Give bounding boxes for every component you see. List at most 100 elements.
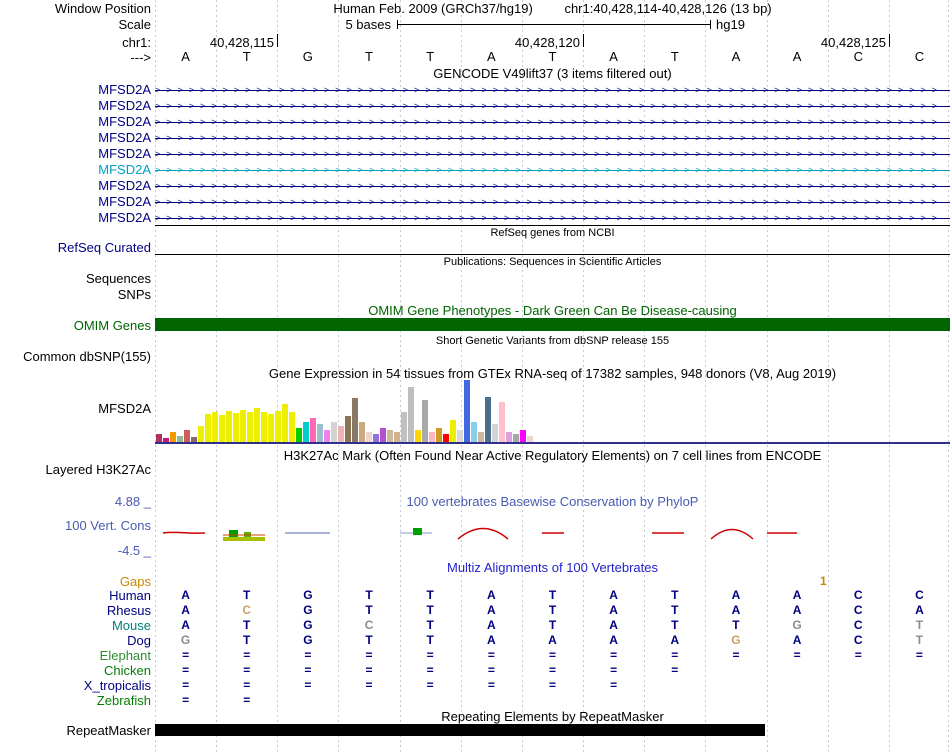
gtex-bar-45[interactable] [464, 380, 470, 442]
gtex-bar-14[interactable] [247, 412, 253, 442]
gtex-bar-17[interactable] [268, 414, 274, 442]
gtex-bar-51[interactable] [506, 432, 512, 442]
species-label-zebrafish[interactable]: Zebrafish [0, 693, 151, 708]
gtex-bar-23[interactable] [310, 418, 316, 442]
gene-item-9[interactable]: >>>>>>>>>>>>>>>>>>>>>>>>>>>>>>>>>>>>>>>>… [155, 211, 950, 225]
omim-genes-label[interactable]: OMIM Genes [0, 318, 151, 333]
ruler-position-label: 40,428,125 [820, 35, 886, 50]
gtex-bar-37[interactable] [408, 387, 414, 442]
gene-item-5[interactable]: >>>>>>>>>>>>>>>>>>>>>>>>>>>>>>>>>>>>>>>>… [155, 147, 950, 161]
repeatmasker-bar[interactable] [155, 724, 765, 736]
species-label-x_tropicalis[interactable]: X_tropicalis [0, 678, 151, 693]
gtex-bar-25[interactable] [324, 430, 330, 442]
gene-item-1[interactable]: >>>>>>>>>>>>>>>>>>>>>>>>>>>>>>>>>>>>>>>>… [155, 83, 950, 97]
gtex-bar-15[interactable] [254, 408, 260, 442]
gtex-bar-8[interactable] [205, 414, 211, 442]
gene-item-6[interactable]: >>>>>>>>>>>>>>>>>>>>>>>>>>>>>>>>>>>>>>>>… [155, 163, 950, 177]
gene-label-3[interactable]: MFSD2A [0, 114, 151, 129]
gtex-bar-7[interactable] [198, 426, 204, 442]
gene-label-6[interactable]: MFSD2A [0, 162, 151, 177]
gtex-bar-36[interactable] [401, 412, 407, 442]
gtex-bar-39[interactable] [422, 400, 428, 442]
gtex-bar-47[interactable] [478, 432, 484, 442]
gtex-bar-40[interactable] [429, 432, 435, 442]
species-label-chicken[interactable]: Chicken [0, 663, 151, 678]
species-label-human[interactable]: Human [0, 588, 151, 603]
gtex-bar-46[interactable] [471, 422, 477, 442]
species-label-rhesus[interactable]: Rhesus [0, 603, 151, 618]
gtex-bar-16[interactable] [261, 412, 267, 442]
h3k27ac-title: H3K27Ac Mark (Often Found Near Active Re… [283, 448, 822, 463]
gtex-bar-33[interactable] [380, 428, 386, 442]
dbsnp-label[interactable]: Common dbSNP(155) [0, 349, 151, 364]
gtex-bar-9[interactable] [212, 412, 218, 442]
gtex-bar-18[interactable] [275, 411, 281, 442]
gtex-bar-49[interactable] [492, 424, 498, 442]
gaps-label[interactable]: Gaps [0, 574, 151, 589]
gene-item-2[interactable]: >>>>>>>>>>>>>>>>>>>>>>>>>>>>>>>>>>>>>>>>… [155, 99, 950, 113]
gtex-bar-48[interactable] [485, 397, 491, 442]
gtex-bar-11[interactable] [226, 411, 232, 442]
gene-label-7[interactable]: MFSD2A [0, 178, 151, 193]
omim-gene-bar[interactable] [155, 318, 950, 331]
species-label-mouse[interactable]: Mouse [0, 618, 151, 633]
gtex-bar-38[interactable] [415, 430, 421, 442]
ruler-base: T [365, 49, 373, 64]
gtex-bar-35[interactable] [394, 432, 400, 442]
gtex-bar-20[interactable] [289, 412, 295, 442]
gtex-bar-31[interactable] [366, 432, 372, 442]
gtex-bar-26[interactable] [331, 422, 337, 442]
ruler-base: G [302, 49, 313, 64]
gene-label-8[interactable]: MFSD2A [0, 194, 151, 209]
alignment-base: = [426, 678, 434, 692]
gtex-bar-12[interactable] [233, 413, 239, 442]
repeatmasker-label[interactable]: RepeatMasker [0, 723, 151, 738]
species-label-elephant[interactable]: Elephant [0, 648, 151, 663]
gene-item-4[interactable]: >>>>>>>>>>>>>>>>>>>>>>>>>>>>>>>>>>>>>>>>… [155, 131, 950, 145]
phylop-wiggle[interactable] [155, 508, 950, 560]
alignment-base: G [303, 588, 313, 602]
gene-label-5[interactable]: MFSD2A [0, 146, 151, 161]
gene-label-4[interactable]: MFSD2A [0, 130, 151, 145]
gtex-bar-22[interactable] [303, 422, 309, 442]
alignment-base: A [181, 618, 190, 632]
gtex-bar-1[interactable] [156, 434, 162, 442]
gtex-bar-30[interactable] [359, 422, 365, 442]
gtex-bar-53[interactable] [520, 430, 526, 442]
sequences-label[interactable]: Sequences [0, 271, 151, 286]
gene-label-9[interactable]: MFSD2A [0, 210, 151, 225]
gtex-gene-label[interactable]: MFSD2A [0, 401, 151, 416]
refseq-curated-label[interactable]: RefSeq Curated [0, 240, 151, 255]
gtex-bar-34[interactable] [387, 430, 393, 442]
gtex-expression-chart[interactable] [156, 380, 533, 442]
gtex-bar-52[interactable] [513, 434, 519, 442]
gtex-bar-32[interactable] [373, 434, 379, 442]
position-title: chr1:40,428,114-40,428,126 (13 bp) [564, 1, 772, 16]
phylop-track-label[interactable]: 100 Vert. Cons [0, 518, 151, 533]
gene-item-3[interactable]: >>>>>>>>>>>>>>>>>>>>>>>>>>>>>>>>>>>>>>>>… [155, 115, 950, 129]
gtex-bar-28[interactable] [345, 416, 351, 442]
gtex-bar-19[interactable] [282, 404, 288, 442]
gene-item-8[interactable]: >>>>>>>>>>>>>>>>>>>>>>>>>>>>>>>>>>>>>>>>… [155, 195, 950, 209]
gtex-bar-41[interactable] [436, 428, 442, 442]
alignment-base: T [671, 603, 679, 617]
gtex-bar-43[interactable] [450, 420, 456, 442]
gtex-bar-42[interactable] [443, 434, 449, 442]
gtex-bar-3[interactable] [170, 432, 176, 442]
gtex-bar-24[interactable] [317, 424, 323, 442]
gene-label-2[interactable]: MFSD2A [0, 98, 151, 113]
snps-label[interactable]: SNPs [0, 287, 151, 302]
gtex-bar-21[interactable] [296, 428, 302, 442]
gtex-bar-44[interactable] [457, 430, 463, 442]
gtex-bar-13[interactable] [240, 410, 246, 442]
gtex-bar-29[interactable] [352, 398, 358, 442]
gtex-bar-5[interactable] [184, 430, 190, 442]
h3k27ac-label[interactable]: Layered H3K27Ac [0, 462, 151, 477]
gtex-bar-10[interactable] [219, 415, 225, 442]
gene-item-7[interactable]: >>>>>>>>>>>>>>>>>>>>>>>>>>>>>>>>>>>>>>>>… [155, 179, 950, 193]
gtex-bar-27[interactable] [338, 426, 344, 442]
species-label-dog[interactable]: Dog [0, 633, 151, 648]
gtex-bar-50[interactable] [499, 402, 505, 442]
alignment-base: A [792, 633, 802, 647]
gene-label-1[interactable]: MFSD2A [0, 82, 151, 97]
